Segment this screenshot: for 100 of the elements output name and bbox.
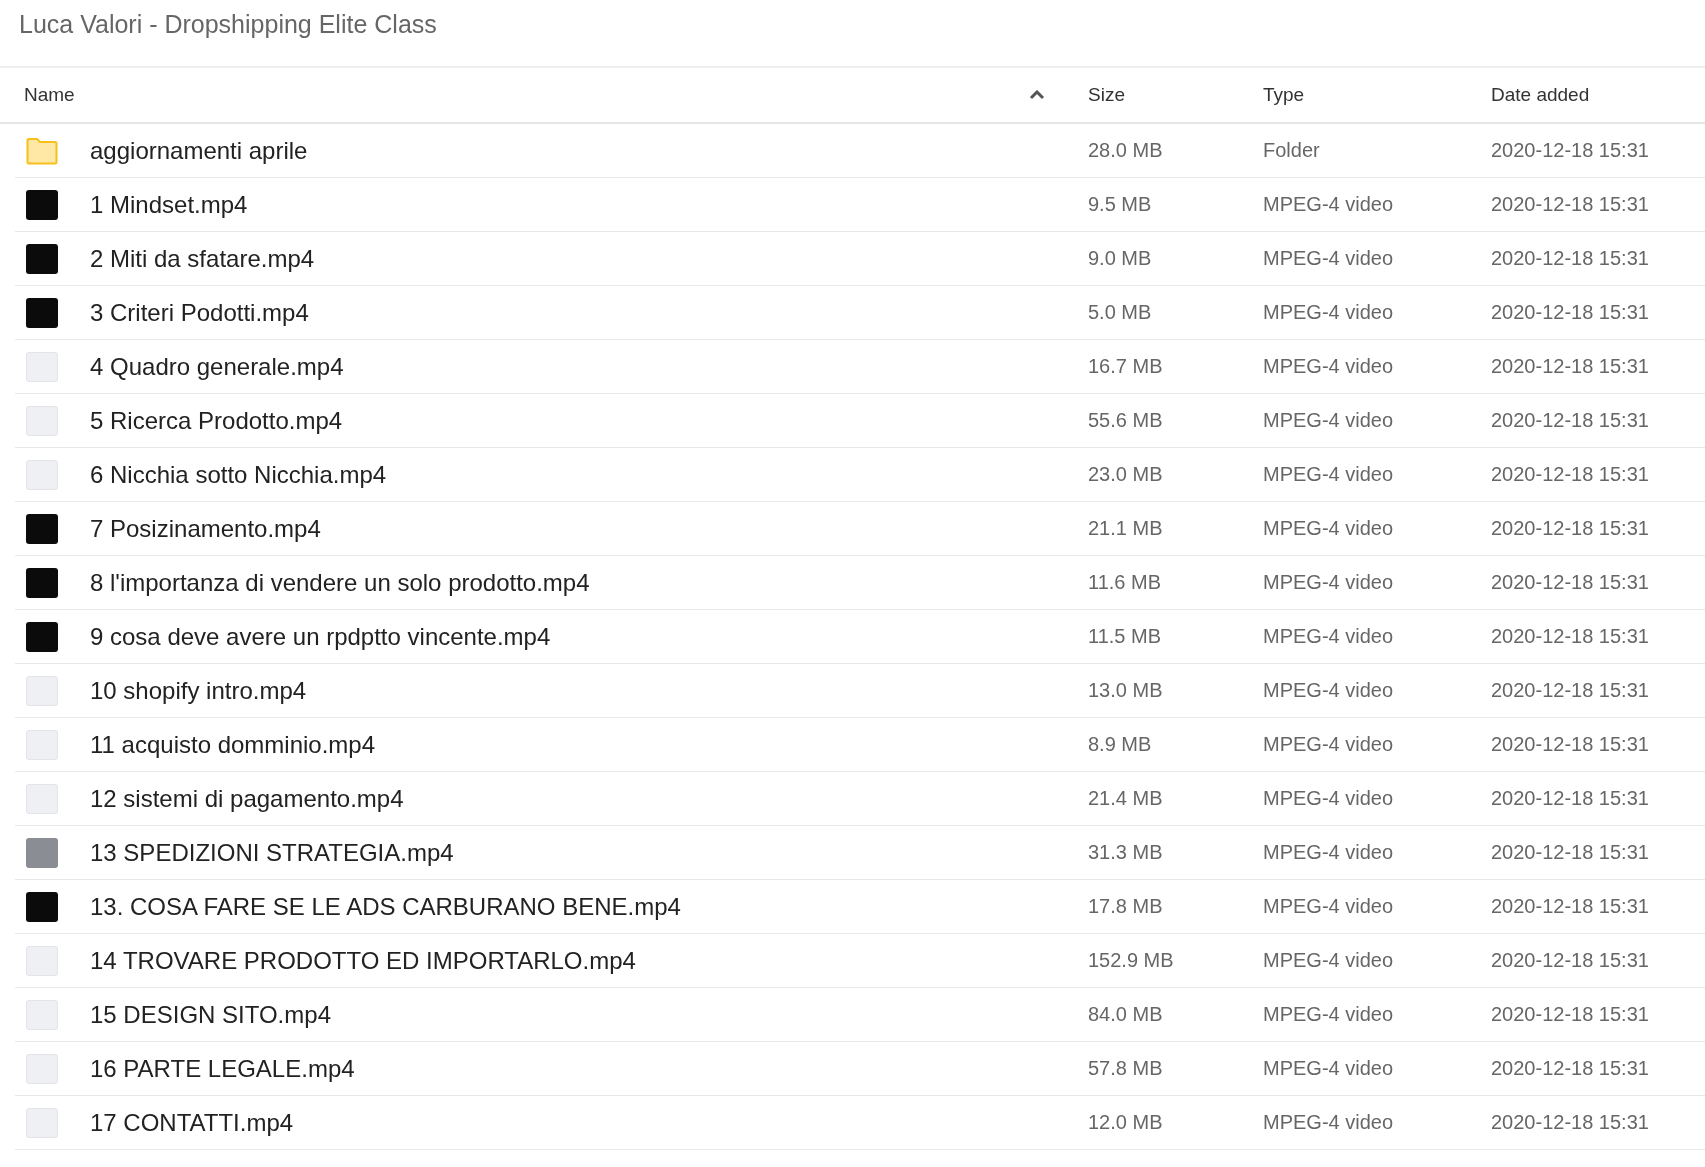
file-name[interactable]: 3 Criteri Podotti.mp4 <box>90 298 309 327</box>
video-thumbnail[interactable] <box>26 837 58 868</box>
size-cell-text: 9.5 MB <box>1087 193 1153 216</box>
column-header[interactable]: Name <box>24 84 75 106</box>
video-thumbnail[interactable] <box>26 729 58 760</box>
type-cell-text: MPEG-4 video <box>1262 841 1395 864</box>
type-cell-text: MPEG-4 video <box>1262 1111 1395 1134</box>
date-cell-text: 2020-12-18 15:31 <box>1490 787 1650 810</box>
size-cell-text: 57.8 MB <box>1087 1057 1164 1080</box>
size-cell-text: 31.3 MB <box>1087 841 1164 864</box>
size-cell-text: 5.0 MB <box>1087 301 1153 324</box>
size-cell-text: 16.7 MB <box>1087 355 1164 378</box>
file-name[interactable]: 16 PARTE LEGALE.mp4 <box>90 1054 355 1083</box>
type-cell-text: MPEG-4 video <box>1262 787 1395 810</box>
file-name[interactable]: 12 sistemi di pagamento.mp4 <box>90 784 404 813</box>
video-thumbnail[interactable] <box>26 675 58 706</box>
date-cell-text: 2020-12-18 15:31 <box>1490 679 1650 702</box>
size-cell-text: 21.1 MB <box>1087 517 1164 540</box>
date-cell-text: 2020-12-18 15:31 <box>1490 463 1650 486</box>
date-cell-text: 2020-12-18 15:31 <box>1490 193 1650 216</box>
sort-ascending-icon[interactable] <box>1029 90 1045 100</box>
size-cell-text: 23.0 MB <box>1087 463 1164 486</box>
type-cell-text: MPEG-4 video <box>1262 409 1395 432</box>
size-cell-text: 152.9 MB <box>1087 949 1175 972</box>
file-name[interactable]: 4 Quadro generale.mp4 <box>90 352 344 381</box>
date-cell-text: 2020-12-18 15:31 <box>1490 247 1650 270</box>
date-cell-text: 2020-12-18 15:31 <box>1490 949 1650 972</box>
file-name[interactable]: 7 Posizinamento.mp4 <box>90 514 321 543</box>
video-thumbnail[interactable] <box>26 459 58 490</box>
type-cell-text: MPEG-4 video <box>1262 1003 1395 1026</box>
size-cell-text: 12.0 MB <box>1087 1111 1164 1134</box>
video-thumbnail[interactable] <box>26 783 58 814</box>
type-cell-text: MPEG-4 video <box>1262 247 1395 270</box>
date-cell-text: 2020-12-18 15:31 <box>1490 355 1650 378</box>
size-cell-text: 11.5 MB <box>1087 625 1162 648</box>
type-cell-text: MPEG-4 video <box>1262 571 1395 594</box>
type-cell-text: MPEG-4 video <box>1262 895 1395 918</box>
type-cell-text: MPEG-4 video <box>1262 355 1395 378</box>
folder-icon <box>26 136 58 165</box>
type-cell-text: MPEG-4 video <box>1262 679 1395 702</box>
size-cell-text: 11.6 MB <box>1087 571 1162 594</box>
date-cell-text: 2020-12-18 15:31 <box>1490 733 1650 756</box>
type-cell-text: MPEG-4 video <box>1262 193 1395 216</box>
size-cell-text: 17.8 MB <box>1087 895 1164 918</box>
date-cell-text: 2020-12-18 15:31 <box>1490 895 1650 918</box>
date-cell-text: 2020-12-18 15:31 <box>1490 571 1650 594</box>
file-name[interactable]: aggiornamenti aprile <box>90 136 308 165</box>
video-thumbnail[interactable] <box>26 243 58 274</box>
video-thumbnail[interactable] <box>26 351 58 382</box>
file-name[interactable]: 13 SPEDIZIONI STRATEGIA.mp4 <box>90 838 454 867</box>
file-name[interactable]: 6 Nicchia sotto Nicchia.mp4 <box>90 460 387 489</box>
file-name[interactable]: 9 cosa deve avere un rpdptto vincente.mp4 <box>90 622 551 651</box>
video-thumbnail[interactable] <box>26 567 58 598</box>
size-cell-text: 13.0 MB <box>1087 679 1164 702</box>
type-cell-text: MPEG-4 video <box>1262 949 1395 972</box>
page-title: Luca Valori - Dropshipping Elite Class <box>19 10 437 38</box>
file-name[interactable]: 15 DESIGN SITO.mp4 <box>90 1000 331 1029</box>
file-name[interactable]: 1 Mindset.mp4 <box>90 190 248 219</box>
file-name[interactable]: 17 CONTATTI.mp4 <box>90 1108 294 1137</box>
file-name[interactable]: 8 l'importanza di vendere un solo prodotto.mp4 <box>90 568 590 597</box>
file-name[interactable]: 14 TROVARE PRODOTTO ED IMPORTARLO.mp4 <box>90 946 636 975</box>
date-cell-text: 2020-12-18 15:31 <box>1490 1057 1650 1080</box>
video-thumbnail[interactable] <box>26 297 58 328</box>
file-name[interactable]: 13. COSA FARE SE LE ADS CARBURANO BENE.mp4 <box>90 892 681 921</box>
date-cell-text: 2020-12-18 15:31 <box>1490 625 1650 648</box>
video-thumbnail[interactable] <box>26 999 58 1030</box>
type-cell-text: Folder <box>1262 139 1321 162</box>
date-cell-text: 2020-12-18 15:31 <box>1490 841 1650 864</box>
date-cell-text: 2020-12-18 15:31 <box>1490 301 1650 324</box>
size-cell-text: 84.0 MB <box>1087 1003 1164 1026</box>
date-cell-text: 2020-12-18 15:31 <box>1490 139 1650 162</box>
date-cell-text: 2020-12-18 15:31 <box>1490 1003 1650 1026</box>
file-name[interactable]: 11 acquisto domminio.mp4 <box>90 730 376 759</box>
size-cell-text: 8.9 MB <box>1087 733 1153 756</box>
type-cell-text: MPEG-4 video <box>1262 463 1395 486</box>
size-cell-text: 55.6 MB <box>1087 409 1164 432</box>
date-cell-text: 2020-12-18 15:31 <box>1490 1111 1650 1134</box>
size-cell-text: 9.0 MB <box>1087 247 1153 270</box>
type-cell-text: MPEG-4 video <box>1262 733 1395 756</box>
video-thumbnail[interactable] <box>26 189 58 220</box>
column-header[interactable]: Date added <box>1491 84 1590 106</box>
video-thumbnail[interactable] <box>26 891 58 922</box>
type-cell-text: MPEG-4 video <box>1262 1057 1395 1080</box>
type-cell-text: MPEG-4 video <box>1262 517 1395 540</box>
type-cell-text: MPEG-4 video <box>1262 625 1395 648</box>
video-thumbnail[interactable] <box>26 1107 58 1138</box>
date-cell-text: 2020-12-18 15:31 <box>1490 409 1650 432</box>
column-header[interactable]: Type <box>1263 84 1305 106</box>
video-thumbnail[interactable] <box>26 945 58 976</box>
size-cell-text: 21.4 MB <box>1087 787 1164 810</box>
video-thumbnail[interactable] <box>26 405 58 436</box>
video-thumbnail[interactable] <box>26 1053 58 1084</box>
file-name[interactable]: 10 shopify intro.mp4 <box>90 676 307 705</box>
type-cell-text: MPEG-4 video <box>1262 301 1395 324</box>
date-cell-text: 2020-12-18 15:31 <box>1490 517 1650 540</box>
video-thumbnail[interactable] <box>26 621 58 652</box>
file-name[interactable]: 2 Miti da sfatare.mp4 <box>90 244 315 273</box>
column-header[interactable]: Size <box>1088 84 1125 106</box>
video-thumbnail[interactable] <box>26 513 58 544</box>
file-name[interactable]: 5 Ricerca Prodotto.mp4 <box>90 406 343 435</box>
